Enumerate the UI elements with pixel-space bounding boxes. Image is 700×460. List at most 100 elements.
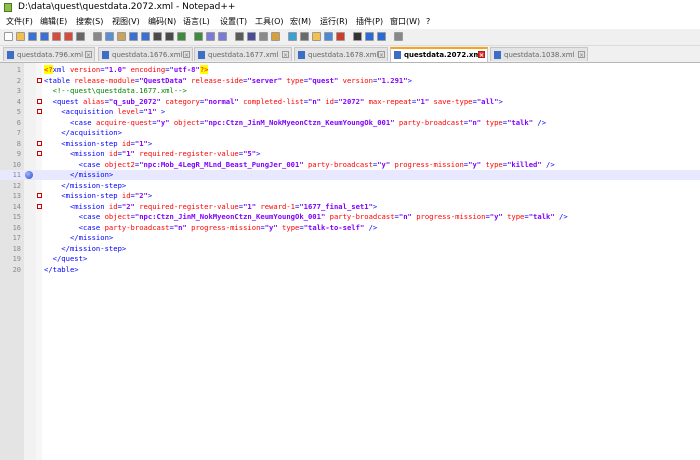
menu-item-3[interactable]: 视图(V)	[112, 15, 140, 29]
syntax-token: >	[147, 138, 153, 148]
line-number: 20	[12, 265, 21, 274]
sync-h-icon[interactable]	[218, 32, 227, 41]
menu-item-8[interactable]: 宏(M)	[290, 15, 311, 29]
close-all-icon[interactable]	[64, 32, 73, 41]
redo-icon[interactable]	[141, 32, 150, 41]
code-line[interactable]: 14 <mission id="2" required-register-val…	[0, 202, 700, 212]
fold-toggle-icon[interactable]	[37, 109, 42, 114]
tab-close-icon[interactable]: ×	[85, 51, 92, 59]
bookmark-icon[interactable]	[25, 171, 33, 179]
cut-icon[interactable]	[93, 32, 102, 41]
menu-item-4[interactable]: 编码(N)	[148, 15, 176, 29]
play-macro-icon[interactable]	[365, 32, 374, 41]
replace-icon[interactable]	[165, 32, 174, 41]
indent-guide-icon[interactable]	[259, 32, 268, 41]
fold-toggle-icon[interactable]	[37, 193, 42, 198]
fold-toggle-icon[interactable]	[37, 203, 42, 209]
tab-3[interactable]: questdata.1678.xml ×	[294, 47, 388, 61]
syntax-token: "talk-to-self"	[303, 222, 365, 232]
lang-icon[interactable]	[271, 32, 280, 41]
sync-v-icon[interactable]	[206, 32, 215, 41]
syntax-token: <?	[44, 65, 53, 74]
code-line[interactable]: 10 <case object2="npc:Mob_4LegR_MLnd_Bea…	[0, 160, 700, 170]
fold-toggle-icon[interactable]	[37, 77, 42, 83]
code-line[interactable]: 4 <quest alias="q_sub_2072" category="no…	[0, 97, 700, 107]
word-wrap-icon[interactable]	[235, 32, 244, 41]
tab-label: questdata.1676.xml	[112, 51, 183, 59]
syntax-token: acquire-quest	[95, 117, 153, 127]
record-macro-icon[interactable]	[336, 32, 345, 41]
stop-macro-icon[interactable]	[353, 32, 362, 41]
fold-toggle-icon[interactable]	[37, 140, 42, 146]
play-multi-icon[interactable]	[377, 32, 386, 41]
code-line[interactable]: 7 </acquisition>	[0, 128, 700, 138]
menu-item-5[interactable]: 语言(L)	[183, 15, 210, 29]
folder-icon[interactable]	[312, 32, 321, 41]
code-line[interactable]: 3 <!--quest\questdata.1677.xml-->	[0, 86, 700, 96]
tab-close-icon[interactable]: ×	[578, 51, 585, 59]
tab-close-icon[interactable]: ×	[378, 51, 385, 59]
save-macro-icon[interactable]	[394, 32, 403, 41]
tab-0[interactable]: questdata.796.xml ×	[3, 47, 95, 61]
menu-item-2[interactable]: 搜索(S)	[76, 15, 103, 29]
tab-close-icon[interactable]: ×	[282, 51, 289, 59]
code-text: </acquisition>	[44, 128, 122, 138]
code-line[interactable]: 18 </mission-step>	[0, 244, 700, 254]
code-line[interactable]: 16 <case party-broadcast="n" progress-mi…	[0, 223, 700, 233]
menu-item-1[interactable]: 编辑(E)	[40, 15, 67, 29]
code-line[interactable]: 15 <case object="npc:Ctzn_JinM_NokMyeonC…	[0, 212, 700, 222]
syntax-token: ?>	[199, 65, 209, 74]
menu-item-0[interactable]: 文件(F)	[6, 15, 33, 29]
tab-label: questdata.1038.xml	[504, 51, 575, 59]
fold-toggle-icon[interactable]	[37, 98, 42, 104]
menu-item-6[interactable]: 设置(T)	[220, 15, 247, 29]
code-line[interactable]: 5 <acquisition level="1" >	[0, 107, 700, 117]
code-line[interactable]: 9 <mission id="1" required-register-valu…	[0, 149, 700, 159]
open-file-icon[interactable]	[16, 32, 25, 41]
syntax-token: "killed"	[507, 159, 542, 169]
syntax-token: "y"	[377, 159, 391, 169]
code-line[interactable]: 20 </table>	[0, 265, 700, 275]
code-line[interactable]: 2 <table release-module="QuestData" relea…	[0, 76, 700, 86]
code-line[interactable]: 12 </mission-step>	[0, 181, 700, 191]
new-file-icon[interactable]	[4, 32, 13, 41]
tab-5[interactable]: questdata.1038.xml ×	[490, 47, 588, 61]
tab-4[interactable]: questdata.2072.xml ×	[390, 47, 488, 62]
tab-2[interactable]: questdata.1677.xml ×	[194, 47, 292, 61]
code-line[interactable]: 11 </mission>	[0, 170, 700, 180]
tab-1[interactable]: questdata.1676.xml ×	[98, 47, 193, 61]
tab-close-icon[interactable]: ×	[183, 51, 190, 59]
code-line[interactable]: 13 <mission-step id="2">	[0, 191, 700, 201]
menu-item-7[interactable]: 工具(O)	[255, 15, 284, 29]
show-all-chars-icon[interactable]	[247, 32, 256, 41]
save-all-icon[interactable]	[40, 32, 49, 41]
find-icon[interactable]	[153, 32, 162, 41]
menu-item-11[interactable]: 窗口(W)	[390, 15, 420, 29]
tab-label: questdata.1678.xml	[308, 51, 379, 59]
doc-map-icon[interactable]	[288, 32, 297, 41]
syntax-token: "npc:Ctzn_JinM_NokMyeonCtzn_KeumYoungOk_…	[204, 117, 395, 127]
code-line[interactable]: 8 <mission-step id="1">	[0, 139, 700, 149]
syntax-token: "1"	[121, 149, 135, 158]
menu-item-9[interactable]: 运行(R)	[320, 15, 348, 29]
code-line[interactable]: 19 </quest>	[0, 254, 700, 264]
func-list-icon[interactable]	[300, 32, 309, 41]
fold-toggle-icon[interactable]	[37, 151, 42, 156]
tab-close-icon[interactable]: ×	[478, 51, 485, 59]
close-icon[interactable]	[52, 32, 61, 41]
code-line[interactable]: 1 <?xml version="1.0" encoding="utf-8"?>	[0, 65, 700, 75]
zoom-in-icon[interactable]	[177, 32, 186, 41]
print-icon[interactable]	[76, 32, 85, 41]
menu-item-12[interactable]: ?	[426, 15, 430, 29]
monitor-icon[interactable]	[324, 32, 333, 41]
editor[interactable]: 1 <?xml version="1.0" encoding="utf-8"?> 2…	[0, 63, 700, 460]
menu-item-10[interactable]: 插件(P)	[356, 15, 383, 29]
syntax-token: "2"	[134, 191, 148, 200]
code-line[interactable]: 17 </mission>	[0, 233, 700, 243]
undo-icon[interactable]	[129, 32, 138, 41]
zoom-out-icon[interactable]	[194, 32, 203, 41]
save-icon[interactable]	[28, 32, 37, 41]
paste-icon[interactable]	[117, 32, 126, 41]
copy-icon[interactable]	[105, 32, 114, 41]
code-line[interactable]: 6 <case acquire-quest="y" object="npc:Ct…	[0, 118, 700, 128]
